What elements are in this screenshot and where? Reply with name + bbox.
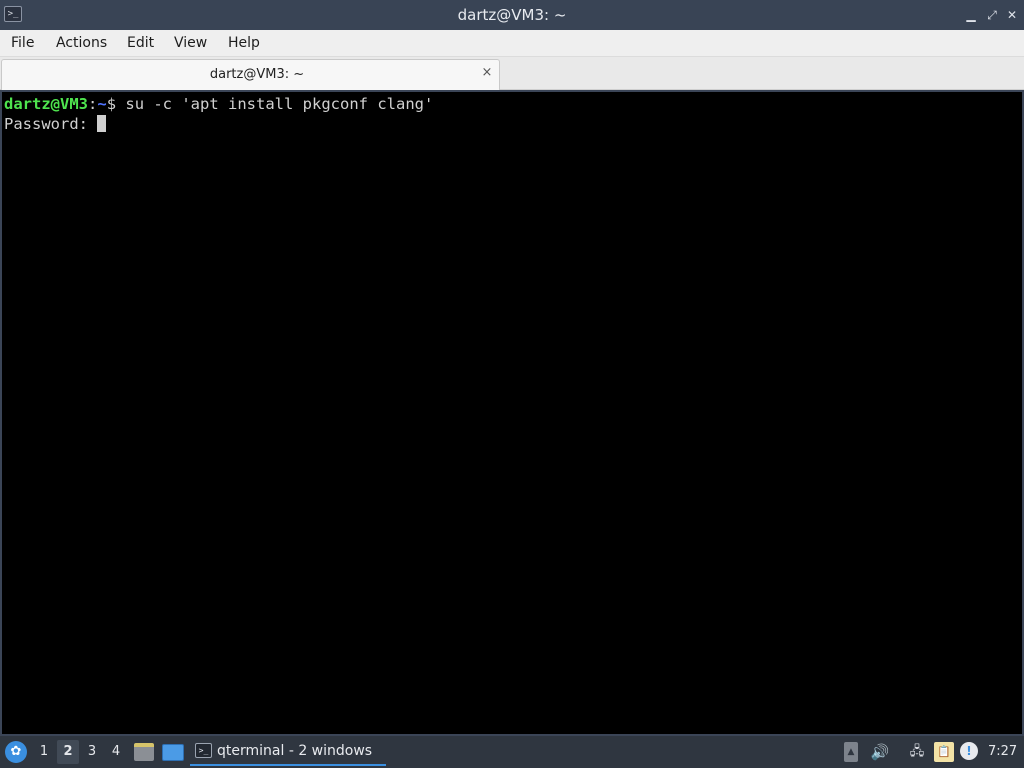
file-manager-icon[interactable] (134, 743, 154, 761)
tray-arrow-icon[interactable]: ▲ (844, 742, 858, 762)
tab-label: dartz@VM3: ~ (209, 67, 305, 82)
close-button[interactable]: ✕ (1004, 6, 1020, 24)
prompt-path: ~ (97, 95, 107, 113)
workspace-3-button[interactable]: 3 (81, 740, 103, 764)
tab-close-icon[interactable]: × (479, 65, 495, 81)
text-cursor[interactable] (97, 115, 107, 132)
terminal-output[interactable]: dartz@VM3:~$ su -c 'apt install pkgconf … (0, 90, 1024, 736)
terminal-task-icon: >_ (195, 743, 212, 758)
minimize-button[interactable]: ▁ (963, 6, 979, 24)
restore-button[interactable]: ⤢ (984, 6, 1000, 24)
password-prompt: Password: (4, 115, 98, 133)
menu-bar: File Actions Edit View Help (0, 30, 1024, 57)
clock[interactable]: 7:27 (988, 736, 1017, 768)
command-line: dartz@VM3:~$ su -c 'apt install pkgconf … (4, 94, 433, 114)
taskbar: ✿ 1 2 3 4 >_ qterminal - 2 windows ▲ 🔊 🖧… (0, 736, 1024, 768)
workspace-4-button[interactable]: 4 (105, 740, 127, 764)
start-menu-icon[interactable]: ✿ (5, 741, 27, 763)
workspace-2-button[interactable]: 2 (57, 740, 79, 764)
prompt-user: dartz@VM3 (4, 95, 88, 113)
tab-terminal[interactable]: dartz@VM3: ~ × (1, 59, 500, 90)
tab-bar: dartz@VM3: ~ × (0, 57, 1024, 90)
taskbar-task-qterminal[interactable]: >_ qterminal - 2 windows (190, 738, 386, 766)
window-title: dartz@VM3: ~ (457, 6, 567, 24)
password-line: Password: (4, 114, 107, 134)
command-text: su -c 'apt install pkgconf clang' (125, 95, 434, 113)
workspace-1-button[interactable]: 1 (33, 740, 55, 764)
clipboard-icon[interactable]: 📋 (934, 742, 954, 762)
menu-help[interactable]: Help (227, 30, 261, 57)
volume-icon[interactable]: 🔊 (870, 742, 890, 762)
network-icon[interactable]: 🖧 (906, 742, 928, 762)
prompt-symbol: $ (106, 95, 126, 113)
menu-actions[interactable]: Actions (55, 30, 108, 57)
menu-edit[interactable]: Edit (126, 30, 155, 57)
show-desktop-icon[interactable] (162, 744, 184, 761)
prompt-separator: : (88, 95, 98, 113)
notification-icon[interactable]: ! (960, 742, 978, 760)
window-titlebar[interactable]: >_ dartz@VM3: ~ ▁ ⤢ ✕ (0, 0, 1024, 30)
menu-file[interactable]: File (10, 30, 35, 57)
task-label: qterminal - 2 windows (217, 743, 373, 759)
menu-view[interactable]: View (173, 30, 208, 57)
